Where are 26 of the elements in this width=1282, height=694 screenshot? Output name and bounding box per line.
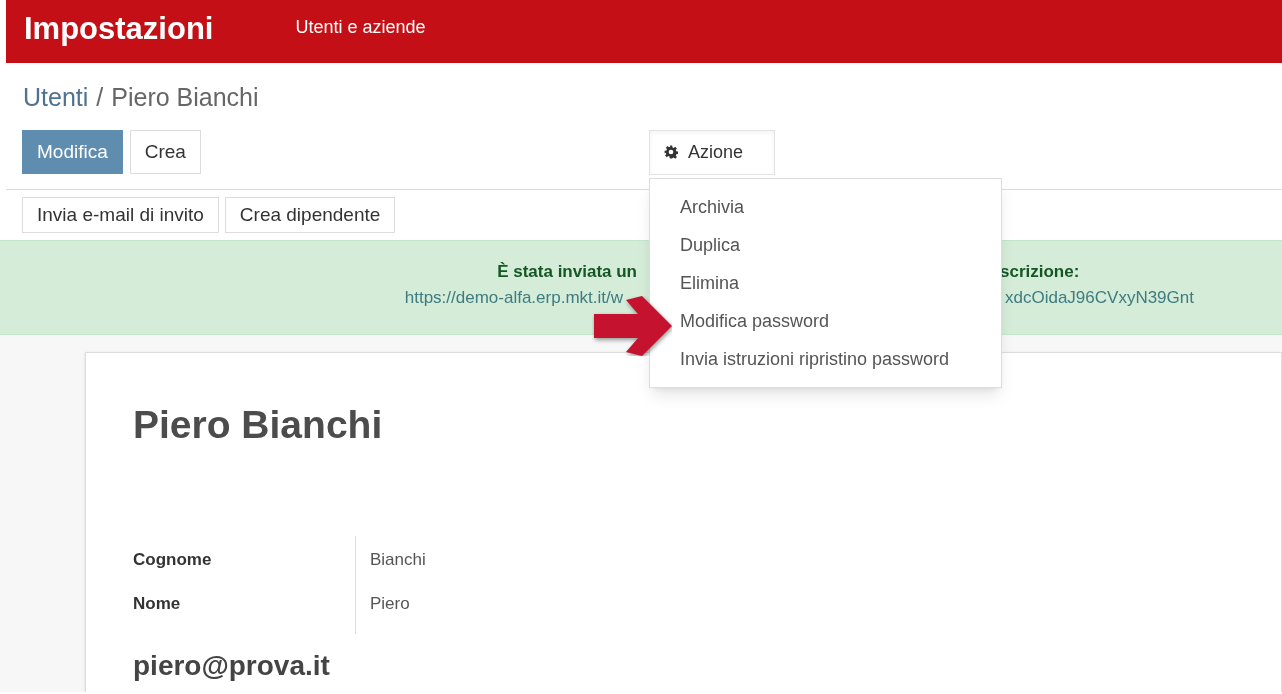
- alert-text: È stata inviata un: [497, 261, 637, 282]
- app-title: Impostazioni: [24, 13, 214, 44]
- breadcrumb-current: Piero Bianchi: [111, 85, 259, 113]
- dropdown-item[interactable]: Duplica: [679, 226, 740, 265]
- field-value: Piero: [370, 594, 411, 614]
- alert-link[interactable]: xdcOidaJ96CVxyN39Gnt: [1005, 288, 1194, 307]
- gear-icon: [663, 145, 678, 159]
- dropdown-item[interactable]: Invia istruzioni ripristino password: [679, 340, 950, 379]
- dropdown-item[interactable]: Modifica password: [679, 302, 829, 341]
- breadcrumb-link[interactable]: Utenti: [23, 85, 89, 130]
- record-title: Piero Bianchi: [133, 405, 384, 444]
- breadcrumb-separator: /: [96, 85, 104, 113]
- field-label: Nome: [133, 594, 182, 614]
- status-button[interactable]: Invia e-mail di invito: [22, 197, 219, 233]
- dropdown-item[interactable]: Archivia: [679, 188, 744, 227]
- dropdown-item[interactable]: Elimina: [679, 264, 739, 303]
- edit-button[interactable]: Modifica: [22, 130, 123, 174]
- menu-link[interactable]: Utenti e aziende: [295, 14, 426, 41]
- alert-link[interactable]: https://demo-alfa.erp.mkt.it/w: [404, 287, 623, 308]
- action-button[interactable]: Azione: [648, 129, 775, 175]
- field-value: Bianchi: [370, 550, 426, 570]
- email-heading: piero@prova.it: [133, 652, 331, 680]
- status-button[interactable]: Crea dipendente: [224, 197, 396, 233]
- alert-text: scrizione:: [1000, 262, 1080, 281]
- field-label: Cognome: [133, 550, 213, 570]
- create-button[interactable]: Crea: [129, 130, 201, 174]
